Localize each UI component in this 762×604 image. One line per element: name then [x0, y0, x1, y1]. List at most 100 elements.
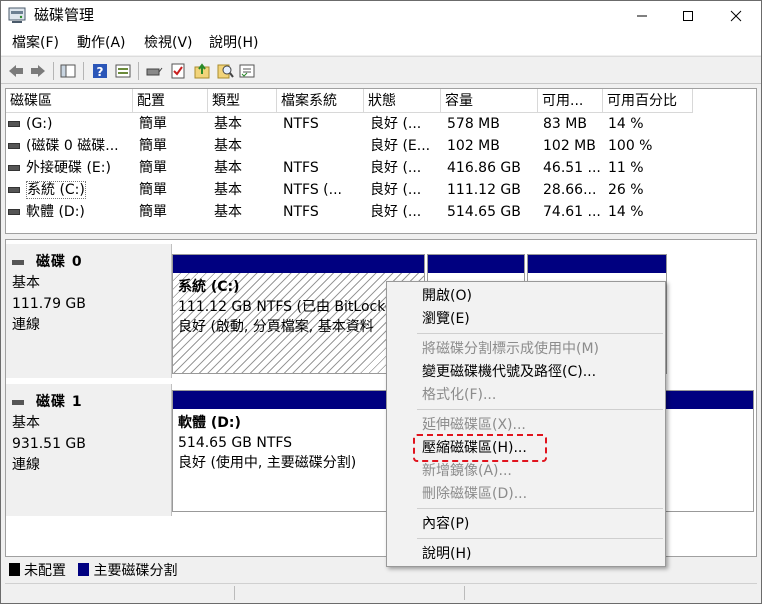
primary-partition-bar: [528, 255, 666, 273]
column-header-layout[interactable]: 配置: [133, 89, 208, 113]
menu-item-mark-active[interactable]: 將磁碟分割標示成使用中(M): [422, 339, 599, 359]
toolbar: ?: [1, 56, 761, 84]
disk-1-info[interactable]: 磁碟 1 基本 931.51 GB 連線: [6, 384, 172, 516]
new-folder-icon[interactable]: [193, 62, 211, 80]
volume-capacity: 102 MB: [447, 138, 500, 154]
properties-pane-icon[interactable]: [114, 62, 132, 80]
volume-status: 良好 (...: [370, 116, 422, 132]
disk-status: 連線: [12, 317, 40, 333]
volume-icon: [8, 165, 20, 171]
volume-type: 基本: [214, 182, 242, 198]
menu-item-add-mirror[interactable]: 新增鏡像(A)...: [422, 461, 512, 481]
column-header-filesystem[interactable]: 檔案系統: [277, 89, 364, 113]
primary-partition-swatch: [78, 563, 90, 576]
menu-file[interactable]: 檔案(F): [12, 34, 59, 52]
disk-0-info[interactable]: 磁碟 0 基本 111.79 GB 連線: [6, 244, 172, 378]
menu-item-explore[interactable]: 瀏覽(E): [422, 309, 470, 329]
menu-item-change-drive-letter[interactable]: 變更磁碟機代號及路徑(C)...: [422, 362, 596, 382]
table-row[interactable]: (G:) 簡單 基本 NTFS 良好 (... 578 MB 83 MB 14 …: [6, 113, 756, 135]
minimize-button[interactable]: [619, 1, 665, 31]
toolbar-separator: [138, 62, 139, 80]
settings-list-icon[interactable]: [238, 62, 256, 80]
volume-filesystem: NTFS (...: [283, 182, 342, 198]
volume-percent-free: 26 %: [608, 182, 644, 198]
volume-icon: [8, 143, 20, 149]
minimize-icon: [637, 15, 647, 17]
volume-name: (G:): [26, 116, 53, 132]
partition-size-fs: 111.12 GB NTFS (已由 BitLocker: [178, 299, 400, 315]
volume-type: 基本: [214, 116, 242, 132]
context-menu: 開啟(O) 瀏覽(E) 將磁碟分割標示成使用中(M) 變更磁碟機代號及路徑(C)…: [386, 281, 666, 567]
volume-name: 軟體 (D:): [26, 204, 85, 220]
table-row[interactable]: 外接硬碟 (E:) 簡單 基本 NTFS 良好 (... 416.86 GB 4…: [6, 157, 756, 179]
volume-status: 良好 (E...: [370, 138, 431, 154]
volume-capacity: 416.86 GB: [447, 160, 521, 176]
volume-capacity: 514.65 GB: [447, 204, 521, 220]
menu-item-open[interactable]: 開啟(O): [422, 286, 472, 306]
column-header-type[interactable]: 類型: [208, 89, 277, 113]
maximize-icon: [683, 11, 693, 21]
menu-item-delete-volume[interactable]: 刪除磁碟區(D)...: [422, 484, 527, 504]
column-header-percent-free[interactable]: 可用百分比: [603, 89, 693, 113]
primary-partition-bar: [173, 255, 424, 273]
shrink-volume-highlight: [413, 434, 547, 462]
menu-bar: 檔案(F) 動作(A) 檢視(V) 說明(H): [1, 31, 761, 55]
menu-item-extend-volume[interactable]: 延伸磁碟區(X)...: [422, 415, 526, 435]
primary-partition-bar: [428, 255, 524, 273]
close-button[interactable]: [713, 1, 759, 31]
volume-status: 良好 (...: [370, 160, 422, 176]
status-bar: [5, 583, 757, 601]
volume-percent-free: 14 %: [608, 116, 644, 132]
volume-capacity: 111.12 GB: [447, 182, 521, 198]
volume-status: 良好 (...: [370, 204, 422, 220]
connect-drive-icon[interactable]: [145, 62, 163, 80]
menu-item-properties[interactable]: 內容(P): [422, 514, 469, 534]
disk-size: 931.51 GB: [12, 436, 86, 452]
volume-layout: 簡單: [139, 116, 167, 132]
close-icon: [730, 10, 742, 22]
menu-action[interactable]: 動作(A): [77, 34, 126, 52]
legend-unallocated: 未配置: [24, 563, 66, 579]
volume-filesystem: NTFS: [283, 116, 319, 132]
menu-help[interactable]: 說明(H): [209, 34, 258, 52]
volume-free-space: 46.51 ...: [543, 160, 601, 176]
menu-item-format[interactable]: 格式化(F)...: [422, 385, 496, 405]
legend-primary-partition: 主要磁碟分割: [93, 563, 178, 579]
maximize-button[interactable]: [665, 1, 711, 31]
disk-size: 111.79 GB: [12, 296, 86, 312]
disk-name: 磁碟 1: [36, 394, 83, 410]
volume-icon: [8, 121, 20, 127]
forward-arrow-icon[interactable]: [29, 62, 47, 80]
volume-filesystem: [283, 135, 361, 157]
back-arrow-icon[interactable]: [7, 62, 25, 80]
menu-view[interactable]: 檢視(V): [144, 34, 193, 52]
column-header-free-space[interactable]: 可用...: [538, 89, 603, 113]
status-segment: [235, 586, 465, 600]
column-header-volume[interactable]: 磁碟區: [6, 89, 133, 113]
menu-separator: [417, 508, 663, 509]
svg-text:?: ?: [97, 65, 104, 79]
menu-separator: [417, 409, 663, 410]
menu-item-help[interactable]: 說明(H): [422, 544, 471, 564]
status-segment: [5, 586, 235, 600]
volume-free-space: 83 MB: [543, 116, 587, 132]
volume-free-space: 28.66...: [543, 182, 597, 198]
toolbar-separator: [53, 62, 54, 80]
console-tree-icon[interactable]: [59, 62, 77, 80]
volume-layout: 簡單: [139, 182, 167, 198]
volume-free-space: 74.61 ...: [543, 204, 601, 220]
volume-percent-free: 14 %: [608, 204, 644, 220]
title-bar: 磁碟管理: [1, 1, 761, 31]
column-header-status[interactable]: 狀態: [364, 89, 441, 113]
table-row[interactable]: (磁碟 0 磁碟... 簡單 基本 良好 (E... 102 MB 102 MB…: [6, 135, 756, 157]
menu-separator: [417, 538, 663, 539]
help-icon[interactable]: ?: [91, 62, 109, 80]
checklist-icon[interactable]: [169, 62, 187, 80]
volume-filesystem: NTFS: [283, 204, 319, 220]
search-icon[interactable]: [216, 62, 234, 80]
menu-separator: [417, 333, 663, 334]
volume-type: 基本: [214, 138, 242, 154]
table-row[interactable]: 系統 (C:) 簡單 基本 NTFS (... 良好 (... 111.12 G…: [6, 179, 756, 201]
table-row[interactable]: 軟體 (D:) 簡單 基本 NTFS 良好 (... 514.65 GB 74.…: [6, 201, 756, 223]
column-header-capacity[interactable]: 容量: [441, 89, 538, 113]
